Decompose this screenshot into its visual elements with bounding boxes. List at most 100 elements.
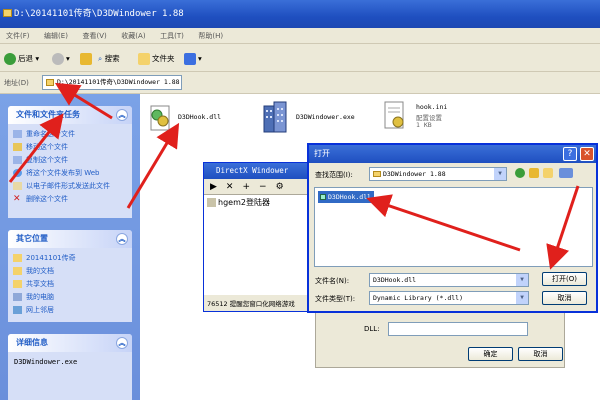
game-icon: [207, 198, 216, 207]
place-my-documents[interactable]: 我的文档: [8, 265, 132, 278]
ini-settings-icon: [384, 101, 404, 129]
details-header[interactable]: 详细信息 ︽: [8, 334, 132, 352]
directx-list-item[interactable]: hgem2登陆器: [218, 198, 270, 207]
computer-icon: [13, 293, 22, 301]
menu-favorites[interactable]: 收藏(A): [115, 28, 151, 44]
explorer-window: D:\20141101传奇\D3DWindower 1.88 文件(F) 编辑(…: [0, 0, 600, 400]
address-bar: 地址(D) D:\20141101传奇\D3DWindower 1.88: [0, 72, 600, 94]
search-button[interactable]: ⌕ 搜索: [98, 51, 120, 66]
shared-folder-icon: [13, 280, 22, 288]
menu-file[interactable]: 文件(F): [0, 28, 36, 44]
back-label: 后退: [18, 54, 33, 63]
close-icon[interactable]: ✕: [580, 147, 594, 161]
task-sidebar: 文件和文件夹任务 ︽ 重命名这个文件 移动这个文件 复制这个文件 将这个文件发布…: [0, 94, 140, 400]
move-icon: [13, 143, 22, 151]
filetype-label: 文件类型(T):: [315, 295, 356, 303]
play-icon[interactable]: ▶: [210, 182, 217, 192]
up-folder-button[interactable]: [80, 51, 94, 66]
file-tasks-header[interactable]: 文件和文件夹任务 ︽: [8, 106, 132, 124]
help-icon[interactable]: ?: [563, 147, 577, 161]
other-places-title: 其它位置: [16, 234, 48, 243]
globe-icon: [13, 169, 22, 177]
look-in-select[interactable]: D3DWindower 1.88 ▼: [369, 167, 507, 181]
dll-file[interactable]: [148, 104, 174, 134]
directx-title: DirectX Windower: [204, 163, 312, 179]
dll-file-icon: [150, 105, 170, 131]
place-shared-documents[interactable]: 共享文档: [8, 278, 132, 291]
up-folder-icon[interactable]: [529, 168, 539, 178]
address-label: 地址(D): [4, 79, 29, 87]
forward-button[interactable]: ▾: [52, 51, 70, 66]
collapse-icon[interactable]: ︽: [116, 109, 128, 121]
task-email[interactable]: 以电子邮件形式发送此文件: [8, 180, 132, 193]
new-folder-icon[interactable]: [543, 168, 553, 178]
toolbar: 后退 ▾ ▾ ⌕ 搜索 文件夹 ▾: [0, 44, 600, 72]
place-network[interactable]: 网上邻居: [8, 304, 132, 317]
place-label: 20141101传奇: [26, 254, 76, 262]
task-label: 复制这个文件: [26, 156, 68, 164]
dll-path-input[interactable]: [388, 322, 528, 336]
task-label: 以电子邮件形式发送此文件: [26, 182, 110, 190]
rename-icon: [13, 130, 22, 138]
folders-button[interactable]: 文件夹: [138, 51, 175, 66]
chevron-down-icon: ▼: [516, 292, 528, 304]
add-icon[interactable]: +: [242, 182, 250, 192]
chevron-down-icon: ▼: [516, 274, 528, 286]
task-publish-web[interactable]: 将这个文件发布到 Web: [8, 167, 132, 180]
collapse-icon[interactable]: ︽: [116, 337, 128, 349]
address-input[interactable]: D:\20141101传奇\D3DWindower 1.88: [42, 75, 182, 90]
task-copy[interactable]: 复制这个文件: [8, 154, 132, 167]
folder-icon: [46, 79, 54, 86]
filename-input[interactable]: D3DHook.dll ▼: [369, 273, 529, 287]
cancel-button[interactable]: 取消: [542, 291, 587, 305]
network-icon: [13, 306, 22, 314]
delete-icon[interactable]: ✕: [226, 182, 234, 192]
menu-help[interactable]: 帮助(H): [192, 28, 229, 44]
details-title: 详细信息: [16, 338, 48, 347]
filetype-select[interactable]: Dynamic Library (*.dll) ▼: [369, 291, 529, 305]
back-icon[interactable]: [515, 168, 525, 178]
back-button[interactable]: 后退 ▾: [4, 51, 39, 66]
chevron-down-icon: ▼: [494, 168, 506, 180]
menu-edit[interactable]: 编辑(E): [38, 28, 74, 44]
place-label: 我的文档: [26, 267, 54, 275]
open-dialog-titlebar: 打开 ? ✕: [309, 145, 596, 163]
task-delete[interactable]: ✕ 删除这个文件: [8, 193, 132, 206]
dll-label: DLL:: [364, 325, 380, 333]
dll-file-name: D3DHook.dll: [178, 113, 222, 121]
email-icon: [13, 182, 22, 190]
task-label: 删除这个文件: [26, 195, 68, 203]
window-titlebar: D:\20141101传奇\D3DWindower 1.88: [0, 0, 600, 28]
open-button[interactable]: 打开(O): [542, 272, 587, 286]
view-menu-icon[interactable]: [559, 168, 573, 178]
collapse-icon[interactable]: ︽: [116, 233, 128, 245]
views-button[interactable]: ▾: [184, 51, 202, 66]
look-in-label: 查找范围(I):: [315, 171, 353, 179]
menu-bar: 文件(F) 编辑(E) 查看(V) 收藏(A) 工具(T) 帮助(H): [0, 28, 600, 44]
ini-file-name: hook.ini: [416, 103, 448, 111]
task-rename[interactable]: 重命名这个文件: [8, 128, 132, 141]
search-label: 搜索: [104, 54, 120, 63]
other-places-header[interactable]: 其它位置 ︽: [8, 230, 132, 248]
folder-icon: [373, 171, 381, 177]
dll-file-icon: [320, 194, 326, 200]
folders-label: 文件夹: [152, 54, 175, 63]
task-move[interactable]: 移动这个文件: [8, 141, 132, 154]
menu-view[interactable]: 查看(V): [76, 28, 112, 44]
bg-ok-button[interactable]: 确定: [468, 347, 513, 361]
delete-icon: ✕: [13, 194, 21, 204]
ini-file[interactable]: [382, 100, 408, 132]
settings-icon[interactable]: ⚙: [276, 182, 284, 192]
details-panel: 详细信息 ︽ D3DWindower.exe: [8, 334, 132, 400]
place-parent-folder[interactable]: 20141101传奇: [8, 252, 132, 265]
menu-tools[interactable]: 工具(T): [154, 28, 190, 44]
remove-icon[interactable]: −: [259, 182, 267, 192]
place-my-computer[interactable]: 我的电脑: [8, 291, 132, 304]
copy-icon: [13, 156, 22, 164]
directx-toolbar: ▶ ✕ + − ⚙: [204, 179, 312, 195]
forward-arrow-icon: [52, 53, 64, 65]
bg-cancel-button[interactable]: 取消: [518, 347, 563, 361]
views-icon: [184, 53, 196, 65]
exe-file[interactable]: [260, 100, 290, 134]
selected-file-item[interactable]: D3DHook.dll: [318, 191, 375, 203]
